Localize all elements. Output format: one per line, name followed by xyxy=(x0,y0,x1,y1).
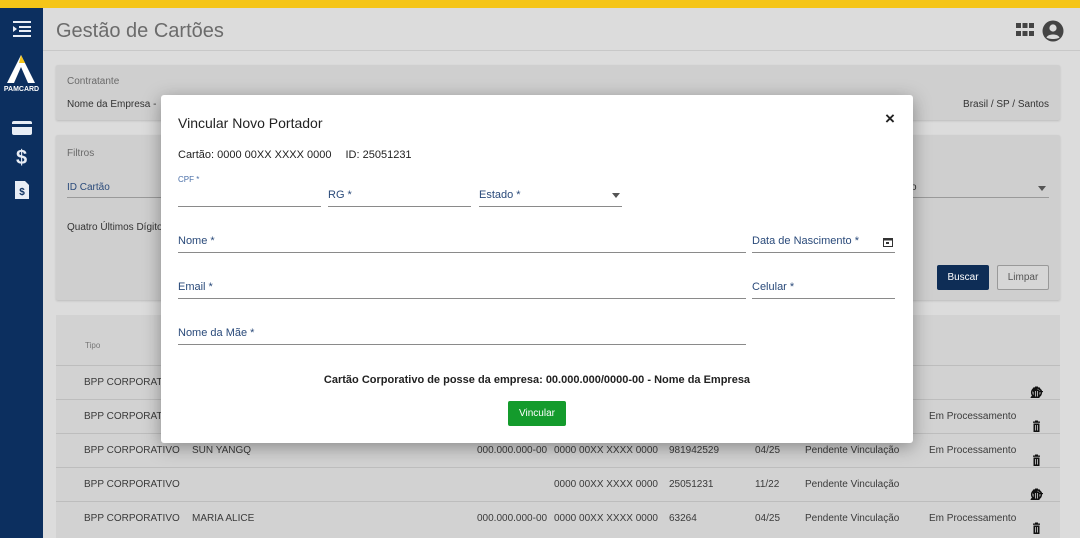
cell-validade: 11/22 xyxy=(755,479,780,490)
sidebar: PAMCARD $ $ xyxy=(0,8,43,538)
calendar-icon[interactable] xyxy=(883,237,893,247)
id-cartao-label: ID Cartão xyxy=(67,182,110,193)
account-circle-icon[interactable] xyxy=(1042,20,1064,42)
card-info: Cartão: 0000 00XX XXXX 0000 ID: 25051231 xyxy=(178,149,426,161)
contract-location: Brasil / SP / Santos xyxy=(963,99,1049,110)
cell-id: 981942529 xyxy=(669,445,720,456)
pamcard-logo-icon[interactable] xyxy=(6,54,36,84)
cell-tipo: BPP CORPORATIVO xyxy=(84,445,180,456)
app-header: Gestão de Cartões xyxy=(43,8,1080,51)
dollar-icon[interactable]: $ xyxy=(0,147,43,170)
card-id: ID: 25051231 xyxy=(345,149,412,161)
cell-cartao: 0000 00XX XXXX 0000 xyxy=(554,479,658,490)
link-holder-modal: Vincular Novo Portador × Cartão: 0000 00… xyxy=(161,95,913,443)
cell-situacao: Pendente Vinculação xyxy=(805,513,900,524)
logo-text: PAMCARD xyxy=(3,86,40,93)
document-dollar-icon[interactable]: $ xyxy=(0,180,43,205)
cell-id: 63264 xyxy=(669,513,697,524)
card-number: Cartão: 0000 00XX XXXX 0000 xyxy=(178,149,332,161)
cell-tipo: BPP CORPORATIVO xyxy=(84,479,180,490)
rg-label: RG * xyxy=(328,189,352,201)
cell-cpf: 000.000.000-00 xyxy=(477,445,548,456)
cell-id: 25051231 xyxy=(669,479,714,490)
email-field[interactable]: Email * xyxy=(178,275,746,299)
cell-nome: MARIA ALICE xyxy=(192,513,255,524)
cell-status: Em Processamento xyxy=(929,445,1017,456)
cell-cpf: 000.000.000-00 xyxy=(477,513,548,524)
link-button[interactable]: Vincular xyxy=(508,401,566,426)
nome-field[interactable]: Nome * xyxy=(178,229,746,253)
cell-cartao: 0000 00XX XXXX 0000 xyxy=(554,513,658,524)
table-row: BPP CORPORATIVO MARIA ALICE 000.000.000-00… xyxy=(56,501,1060,535)
menu-collapse-icon[interactable] xyxy=(0,20,43,43)
nome-label: Nome * xyxy=(178,235,215,247)
table-header-tipo: Tipo xyxy=(85,341,101,350)
owner-notice: Cartão Corporativo de posse da empresa: … xyxy=(323,374,751,386)
cell-cartao: 0000 00XX XXXX 0000 xyxy=(554,445,658,456)
celular-label: Celular * xyxy=(752,281,795,293)
credit-card-icon[interactable] xyxy=(0,120,43,141)
cell-status: Em Processamento xyxy=(929,513,1017,524)
cell-status: Em Processamento xyxy=(929,411,1017,422)
celular-field[interactable]: Celular * xyxy=(752,275,895,299)
mother-name-label: Nome da Mãe * xyxy=(178,327,255,339)
rg-field[interactable]: RG * xyxy=(328,183,471,207)
estado-label: Estado * xyxy=(479,189,521,201)
quatro-ultimos-label[interactable]: Quatro Últimos Dígito xyxy=(67,222,163,233)
nascimento-field[interactable]: Data de Nascimento * xyxy=(752,229,895,253)
modal-title: Vincular Novo Portador xyxy=(178,115,323,131)
cell-nome: SUN YANGQ xyxy=(192,445,252,456)
apps-grid-icon[interactable] xyxy=(1016,23,1034,37)
estado-select[interactable]: Estado * xyxy=(479,183,622,207)
top-accent-bar xyxy=(0,0,1080,8)
delete-icon[interactable] xyxy=(1030,522,1043,538)
svg-text:$: $ xyxy=(19,187,25,198)
chevron-down-icon[interactable] xyxy=(1038,186,1046,191)
mother-name-field[interactable]: Nome da Mãe * xyxy=(178,321,746,345)
cell-validade: 04/25 xyxy=(755,445,781,456)
cpf-label: CPF * xyxy=(178,175,200,184)
cell-situacao: Pendente Vinculação xyxy=(805,445,900,456)
cell-situacao: Pendente Vinculação xyxy=(805,479,900,490)
close-icon[interactable]: × xyxy=(881,110,899,128)
page-title: Gestão de Cartões xyxy=(56,20,224,42)
contract-label: Contratante xyxy=(67,76,120,87)
chevron-down-icon[interactable] xyxy=(612,193,620,198)
email-label: Email * xyxy=(178,281,213,293)
filters-label: Filtros xyxy=(67,148,95,159)
cell-tipo: BPP CORPORATIVO xyxy=(84,513,180,524)
nascimento-label: Data de Nascimento * xyxy=(752,235,859,247)
clear-button[interactable]: Limpar xyxy=(997,265,1049,290)
search-button[interactable]: Buscar xyxy=(937,265,989,290)
cpf-input[interactable] xyxy=(178,192,321,204)
status-select[interactable] xyxy=(911,197,1049,198)
contract-company: Nome da Empresa - xyxy=(67,99,157,110)
table-row: BPP CORPORATIVO 0000 00XX XXXX 0000 250512… xyxy=(56,467,1060,501)
cpf-field[interactable]: CPF * xyxy=(178,175,321,207)
cell-validade: 04/25 xyxy=(755,513,781,524)
